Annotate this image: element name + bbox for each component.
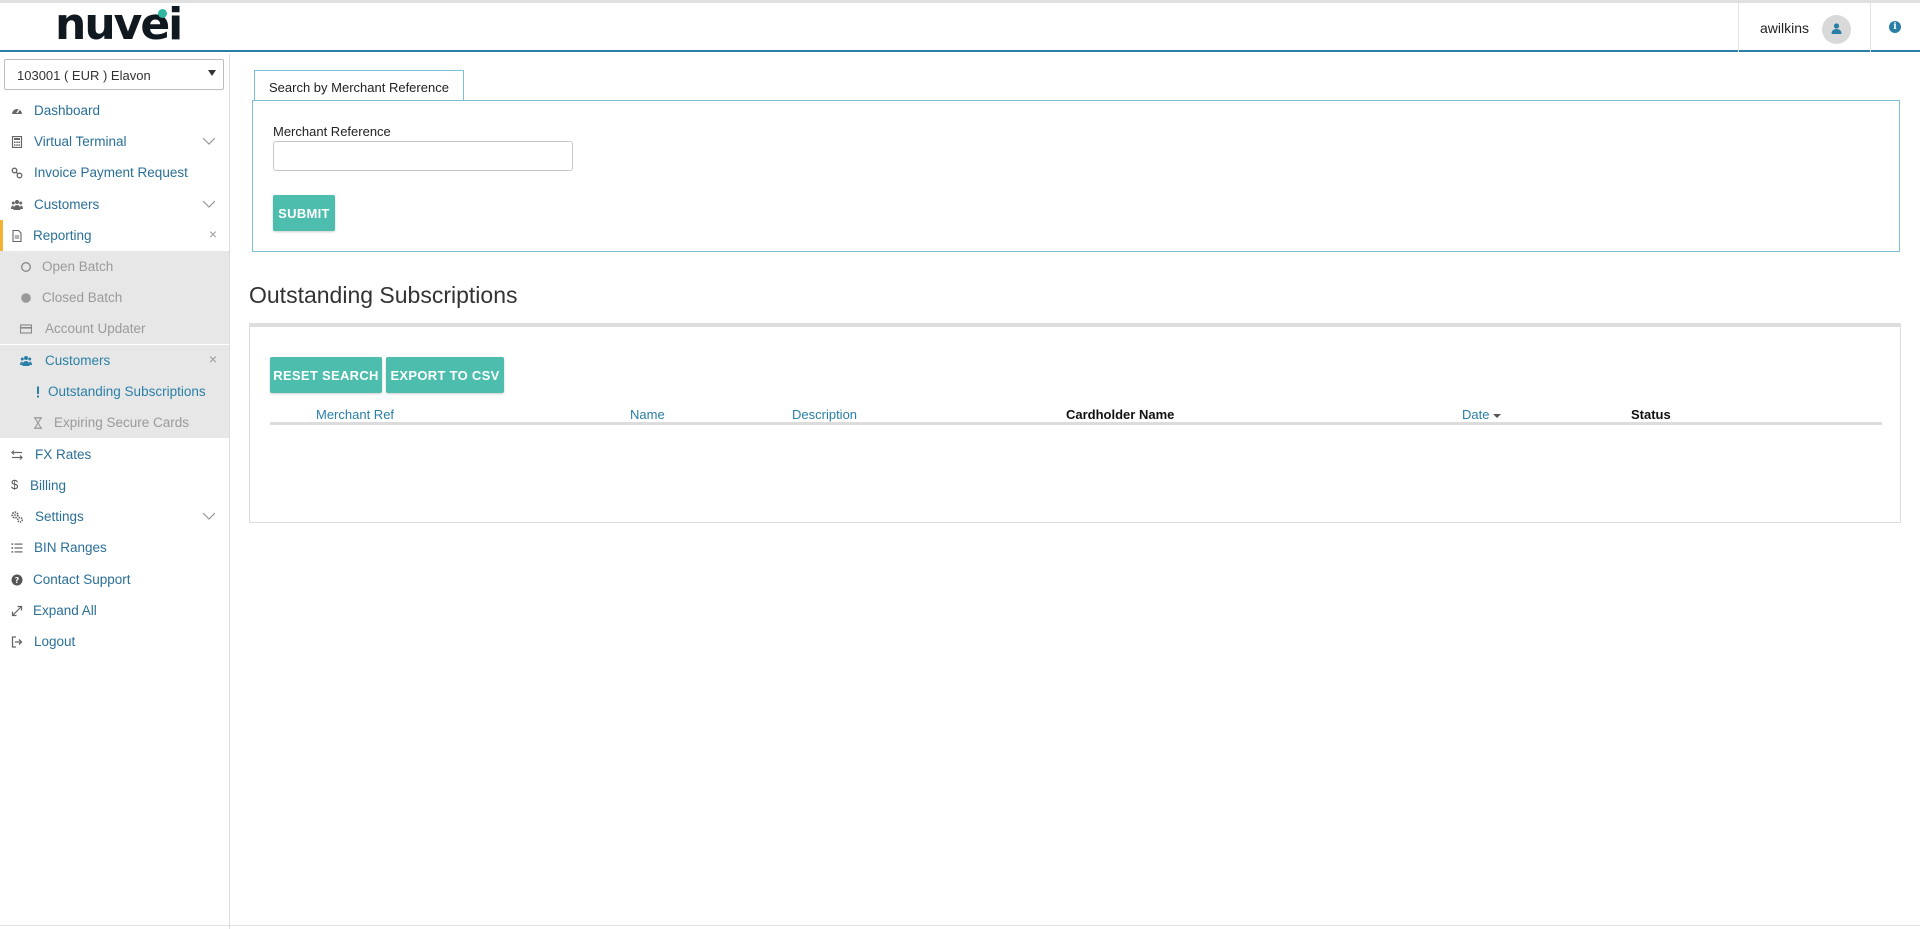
info-icon[interactable]: i [1889,21,1901,33]
sidebar-item-settings[interactable]: Settings [0,501,229,532]
avatar[interactable] [1822,15,1851,44]
user-menu[interactable]: awilkins [1738,3,1871,52]
sidebar-item-expiring-secure-cards[interactable]: Expiring Secure Cards [0,407,229,438]
footer-divider [0,925,1920,926]
cogs-icon [11,511,23,523]
users-icon [11,200,23,210]
logout-icon [11,636,23,648]
question-icon: ? [11,574,23,586]
sidebar-item-virtual-terminal[interactable]: Virtual Terminal [0,126,229,157]
sidebar-item-open-batch[interactable]: Open Batch [0,251,229,282]
chevron-down-icon[interactable] [203,510,215,522]
sidebar-item-customers-report[interactable]: Customers × [0,345,229,376]
circle-filled-icon [21,293,31,303]
chevron-down-icon[interactable] [203,198,215,210]
sidebar-item-outstanding-subscriptions[interactable]: Outstanding Subscriptions [0,376,229,407]
export-csv-button[interactable]: EXPORT TO CSV [386,357,504,393]
active-marker [0,220,3,251]
close-icon[interactable]: × [209,351,217,367]
table-header: Merchant Ref Name Description Cardholder… [270,407,1882,422]
list-icon [11,543,23,553]
calculator-icon [11,136,23,148]
logo-dot [158,9,167,18]
sidebar-item-billing[interactable]: $ Billing [0,470,229,501]
reset-search-button[interactable]: RESET SEARCH [270,357,382,393]
card-icon [20,324,32,334]
sidebar-item-fx-rates[interactable]: FX Rates [0,439,229,470]
sidebar-item-expand-all[interactable]: Expand All [0,595,229,626]
link-icon [11,167,23,179]
caret-down-icon [208,70,216,76]
sidebar-item-logout[interactable]: Logout [0,626,229,657]
sidebar-item-account-updater[interactable]: Account Updater [0,313,229,344]
report-icon [12,230,22,242]
users-icon [20,356,32,366]
user-icon [1831,23,1842,34]
sidebar-item-bin-ranges[interactable]: BIN Ranges [0,532,229,563]
column-name[interactable]: Name [630,407,665,422]
exchange-icon [11,450,23,460]
sort-desc-icon [1493,413,1502,418]
results-panel: RESET SEARCH EXPORT TO CSV Merchant Ref … [249,323,1901,523]
username: awilkins [1760,20,1810,36]
column-cardholder-name: Cardholder Name [1066,407,1175,422]
submit-button[interactable]: SUBMIT [273,195,335,231]
sidebar-item-reporting[interactable]: Reporting × [0,220,229,251]
table-header-divider [270,422,1882,425]
dollar-icon: $ [11,477,19,492]
chevron-down-icon[interactable] [203,135,215,147]
expand-icon [11,605,23,617]
hourglass-icon [34,417,42,429]
close-icon[interactable]: × [209,226,217,242]
column-status: Status [1631,407,1671,422]
merchant-reference-input[interactable] [273,141,573,171]
sidebar-item-invoice-payment-request[interactable]: Invoice Payment Request [0,157,229,188]
sidebar: 103001 ( EUR ) Elavon Dashboard Virtual … [0,54,230,929]
column-description[interactable]: Description [792,407,857,422]
search-panel: Merchant Reference SUBMIT [252,100,1900,252]
sidebar-item-dashboard[interactable]: Dashboard [0,95,229,126]
app-header: nuvei awilkins i [0,0,1920,52]
circle-outline-icon [21,262,31,272]
account-select[interactable]: 103001 ( EUR ) Elavon [4,59,224,90]
dashboard-icon [12,108,22,114]
sidebar-item-contact-support[interactable]: ? Contact Support [0,564,229,595]
svg-text:?: ? [15,576,20,585]
page-title: Outstanding Subscriptions [249,282,518,308]
sidebar-item-closed-batch[interactable]: Closed Batch [0,282,229,313]
main-content: Search by Merchant Reference Merchant Re… [230,54,1920,929]
column-date[interactable]: Date [1462,407,1502,422]
nuvei-logo[interactable]: nuvei [55,0,195,50]
merchant-reference-label: Merchant Reference [273,124,391,139]
exclamation-icon [37,386,39,398]
sidebar-item-customers[interactable]: Customers [0,189,229,220]
column-merchant-ref[interactable]: Merchant Ref [316,407,394,422]
tab-search-by-merchant-reference[interactable]: Search by Merchant Reference [254,70,464,101]
